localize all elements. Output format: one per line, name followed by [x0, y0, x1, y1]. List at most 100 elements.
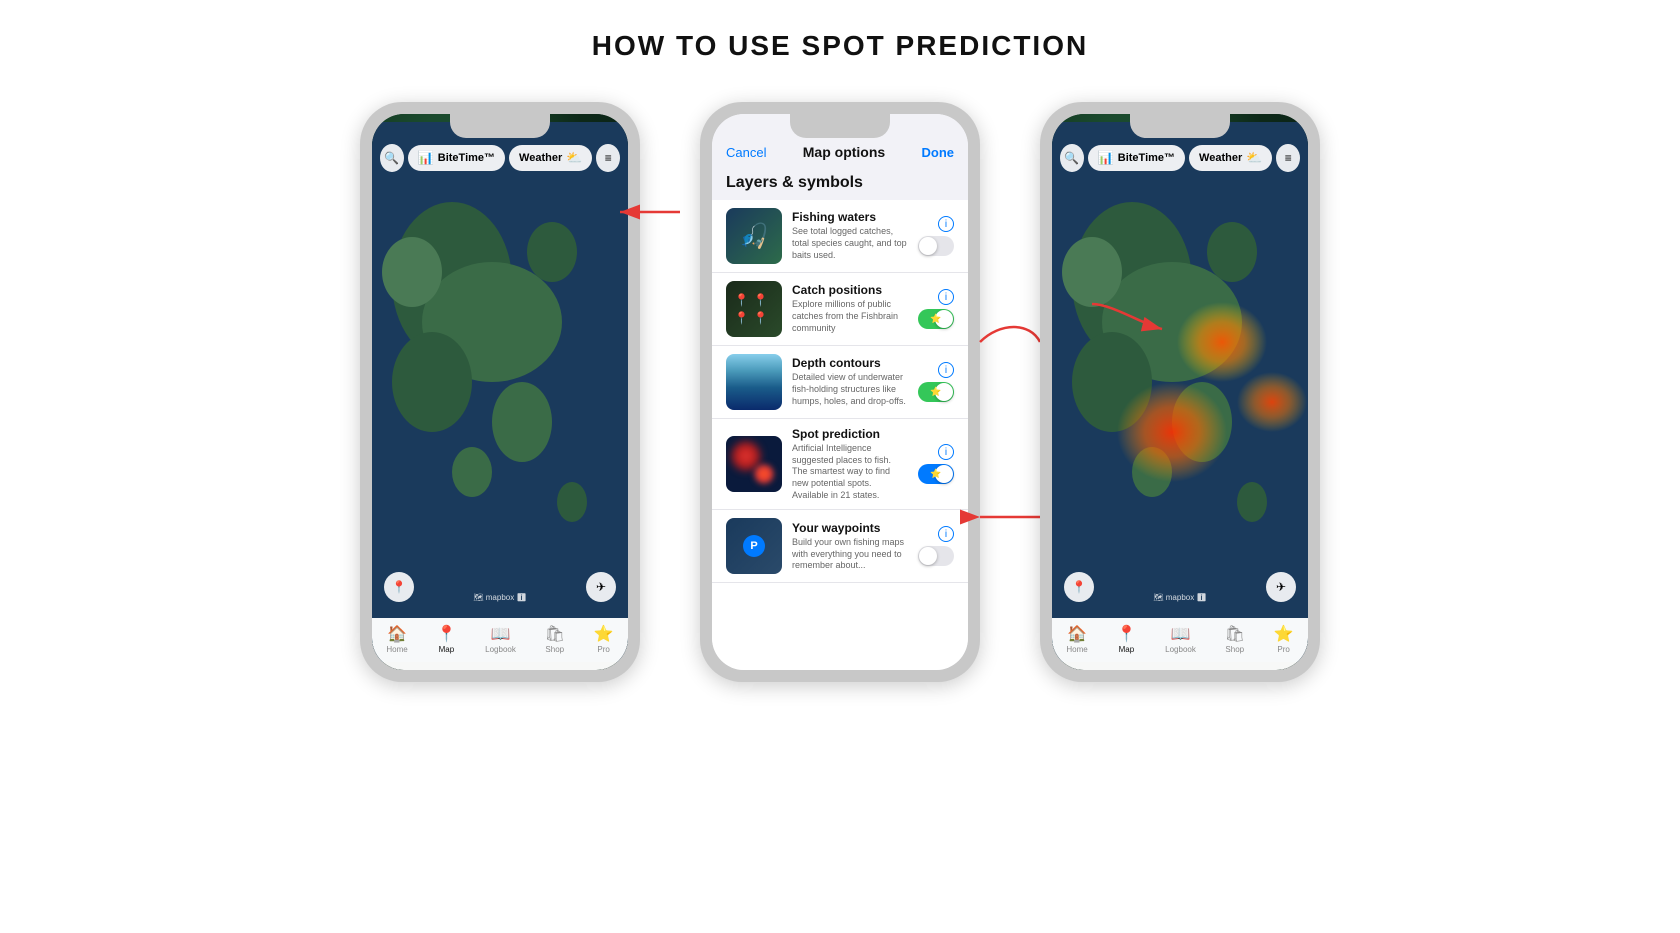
depth-desc: Detailed view of underwater fish-holding… [792, 372, 908, 407]
catch-thumb: 📍 📍 📍 📍 [726, 281, 782, 337]
navigate-button-3[interactable]: ✈ [1266, 572, 1296, 602]
tab-pro-1[interactable]: ⭐ Pro [594, 624, 614, 654]
layer-fishing-waters: 🎣 Fishing waters See total logged catche… [712, 200, 968, 273]
spot-info: Spot prediction Artificial Intelligence … [792, 427, 908, 501]
fishing-thumb: 🎣 [726, 208, 782, 264]
arrow-svg-3 [970, 302, 1050, 382]
mapbox-text-1: 🗺 mapbox ℹ [473, 593, 526, 602]
spot-desc: Artificial Intelligence suggested places… [792, 443, 908, 501]
catch-info-btn[interactable]: i [938, 289, 954, 305]
bitetime-label-1: BiteTime™ [438, 152, 495, 164]
catch-dot-4: 📍 [753, 311, 768, 325]
location-button-3[interactable]: 📍 [1064, 572, 1094, 602]
weather-icon-1: ⛅ [566, 150, 582, 166]
shop-icon-1: 🛍 [545, 624, 565, 644]
phone-3-tabbar: 🏠 Home 📍 Map 📖 Logbook 🛍 Shop [1052, 618, 1308, 670]
mapbox-label-3: 🗺 mapbox ℹ [1153, 593, 1206, 602]
depth-name: Depth contours [792, 356, 908, 370]
fishing-toggle-knob [919, 237, 937, 255]
layers-button-3[interactable]: ≡ [1276, 144, 1300, 172]
tab-pro-label-1: Pro [597, 645, 609, 654]
spot-heat-2 [754, 464, 774, 484]
tab-home-label-3: Home [1066, 645, 1087, 654]
mapbox-text-3: 🗺 mapbox ℹ [1153, 593, 1206, 602]
fishing-toggle[interactable] [918, 236, 954, 256]
bitetime-pill-3[interactable]: 📊 BiteTime™ [1088, 145, 1185, 171]
weather-pill-1[interactable]: Weather ⛅ [509, 145, 592, 171]
spot-info-btn[interactable]: i [938, 444, 954, 460]
tab-pro-3[interactable]: ⭐ Pro [1274, 624, 1294, 654]
catch-star-icon: ⭐ [930, 314, 941, 325]
map-controls-left-1: 📍 [384, 572, 414, 602]
arrow-2 [980, 102, 1040, 682]
tab-logbook-3[interactable]: 📖 Logbook [1165, 624, 1196, 654]
catch-dots-container: 📍 📍 📍 📍 [726, 285, 782, 333]
bitetime-pill-1[interactable]: 📊 BiteTime™ [408, 145, 505, 171]
waypoints-name: Your waypoints [792, 521, 908, 535]
tab-bar-3: 🏠 Home 📍 Map 📖 Logbook 🛍 Shop [1052, 624, 1308, 654]
tab-bar-1: 🏠 Home 📍 Map 📖 Logbook 🛍 Shop [372, 624, 628, 654]
map-controls-right-3: ✈ [1266, 572, 1296, 602]
layers-icon-3: ≡ [1285, 151, 1292, 165]
phone-3-notch [1130, 114, 1230, 138]
tab-logbook-1[interactable]: 📖 Logbook [485, 624, 516, 654]
phones-container: 🔍 📊 BiteTime™ Weather ⛅ ≡ 📍 🗺 m [360, 102, 1320, 682]
depth-toggle[interactable]: ⭐ [918, 382, 954, 402]
cancel-button[interactable]: Cancel [726, 145, 766, 160]
depth-thumb [726, 354, 782, 410]
map-controls-right-1: ✈ [586, 572, 616, 602]
fishing-desc: See total logged catches, total species … [792, 226, 908, 261]
location-button-1[interactable]: 📍 [384, 572, 414, 602]
tab-pro-label-3: Pro [1277, 645, 1289, 654]
search-button-3[interactable]: 🔍 [1060, 144, 1084, 172]
depth-info-btn[interactable]: i [938, 362, 954, 378]
tab-map-3[interactable]: 📍 Map [1116, 624, 1136, 654]
fishing-icon: 🎣 [739, 222, 769, 251]
tab-shop-label-1: Shop [545, 645, 564, 654]
bitetime-label-3: BiteTime™ [1118, 152, 1175, 164]
weather-pill-3[interactable]: Weather ⛅ [1189, 145, 1272, 171]
layers-list: 🎣 Fishing waters See total logged catche… [712, 200, 968, 670]
waypoint-icon: P [743, 535, 765, 557]
layer-waypoints: P Your waypoints Build your own fishing … [712, 510, 968, 583]
section-title: Layers & symbols [712, 168, 968, 200]
depth-controls: i ⭐ [918, 362, 954, 402]
spot-name: Spot prediction [792, 427, 908, 441]
catch-toggle[interactable]: ⭐ [918, 309, 954, 329]
panel-title: Map options [803, 144, 885, 160]
fishing-info: Fishing waters See total logged catches,… [792, 210, 908, 261]
phone-2-notch [790, 114, 890, 138]
tab-shop-label-3: Shop [1225, 645, 1244, 654]
tab-shop-3[interactable]: 🛍 Shop [1225, 624, 1245, 654]
layers-button-1[interactable]: ≡ [596, 144, 620, 172]
navigate-button-1[interactable]: ✈ [586, 572, 616, 602]
fishing-info-btn[interactable]: i [938, 216, 954, 232]
waypoints-info-btn[interactable]: i [938, 526, 954, 542]
tab-home-1[interactable]: 🏠 Home [386, 624, 407, 654]
spot-toggle[interactable]: ⭐ [918, 464, 954, 484]
waypoints-toggle[interactable] [918, 546, 954, 566]
tab-shop-1[interactable]: 🛍 Shop [545, 624, 565, 654]
arrow-svg-1 [610, 182, 690, 242]
catch-dot-2: 📍 [753, 293, 768, 307]
phone-1-screen: 🔍 📊 BiteTime™ Weather ⛅ ≡ 📍 🗺 m [372, 114, 628, 670]
depth-star-icon: ⭐ [930, 387, 941, 398]
search-icon-1: 🔍 [384, 151, 399, 165]
layer-spot-prediction: Spot prediction Artificial Intelligence … [712, 419, 968, 510]
shop-icon-3: 🛍 [1225, 624, 1245, 644]
phone-2: Cancel Map options Done Layers & symbols… [700, 102, 980, 682]
tab-home-3[interactable]: 🏠 Home [1066, 624, 1087, 654]
page-title: HOW TO USE SPOT PREDICTION [592, 30, 1088, 62]
fishing-controls: i [918, 216, 954, 256]
search-button-1[interactable]: 🔍 [380, 144, 404, 172]
phone-1-tabbar: 🏠 Home 📍 Map 📖 Logbook 🛍 Shop [372, 618, 628, 670]
logbook-icon-1: 📖 [491, 624, 511, 644]
phone-3-screen: 🔍 📊 BiteTime™ Weather ⛅ ≡ 📍 🗺 m [1052, 114, 1308, 670]
layer-depth-contours: Depth contours Detailed view of underwat… [712, 346, 968, 419]
catch-info: Catch positions Explore millions of publ… [792, 283, 908, 334]
tab-map-1[interactable]: 📍 Map [436, 624, 456, 654]
catch-dot-3: 📍 [734, 311, 749, 325]
done-button[interactable]: Done [922, 145, 955, 160]
fishing-name: Fishing waters [792, 210, 908, 224]
map-icon-1: 📍 [436, 624, 456, 644]
